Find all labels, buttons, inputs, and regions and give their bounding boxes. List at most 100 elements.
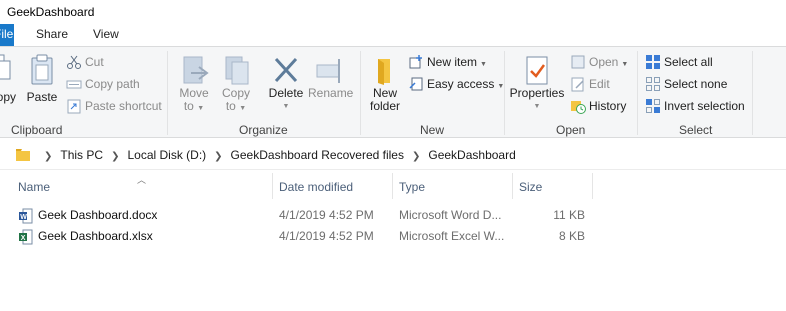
new-item-icon <box>409 54 422 69</box>
chevron-right-icon[interactable]: ❯ <box>412 151 420 162</box>
file-row[interactable]: X Geek Dashboard.xlsx 4/1/2019 4:52 PM M… <box>0 226 786 248</box>
paste-button[interactable]: Paste <box>26 53 58 104</box>
group-divider <box>752 51 753 135</box>
history-icon <box>571 100 586 114</box>
address-bar[interactable]: ❯ This PC ❯ Local Disk (D:) ❯ GeekDashboard R… <box>0 140 786 170</box>
file-type: Microsoft Word D... <box>399 208 502 222</box>
delete-label: Delete <box>268 86 304 100</box>
file-name[interactable]: Geek Dashboard.docx <box>38 208 157 222</box>
file-size: 11 KB <box>553 208 585 222</box>
column-headers: ︿ Name Date modified Type Size <box>0 173 786 201</box>
breadcrumb-this-pc[interactable]: This PC <box>60 148 103 162</box>
move-to-label-2: to ▼ <box>183 99 205 113</box>
column-divider[interactable] <box>392 173 393 199</box>
file-size: 8 KB <box>558 229 585 243</box>
invert-selection-icon <box>646 98 660 113</box>
edit-label: Edit <box>589 77 610 91</box>
svg-text:W: W <box>20 214 27 221</box>
window-title: GeekDashboard <box>7 5 95 19</box>
move-to-button[interactable]: Move to ▼ <box>176 55 212 115</box>
tab-share[interactable]: Share <box>36 27 68 41</box>
edit-button[interactable]: Edit <box>570 74 610 94</box>
copy-to-button[interactable]: Copy to ▼ <box>218 55 254 115</box>
move-to-icon <box>183 56 209 84</box>
copy-button[interactable]: Copy <box>0 53 16 104</box>
easy-access-button[interactable]: Easy access ▼ <box>408 74 504 94</box>
properties-label: Properties <box>509 86 565 100</box>
cut-label: Cut <box>85 55 104 69</box>
svg-text:X: X <box>21 235 26 242</box>
column-header-name[interactable]: Name <box>18 180 50 194</box>
properties-dropdown-icon[interactable]: ▼ <box>508 100 566 113</box>
chevron-right-icon[interactable]: ❯ <box>44 151 52 162</box>
open-button[interactable]: Open ▼ <box>570 52 628 72</box>
file-name[interactable]: Geek Dashboard.xlsx <box>38 229 153 243</box>
easy-access-label: Easy access <box>427 77 495 91</box>
paste-label: Paste <box>26 90 58 104</box>
copy-path-button[interactable]: Copy path <box>66 74 140 94</box>
history-button[interactable]: History <box>570 96 626 116</box>
excel-sheet-icon: X <box>19 229 33 245</box>
delete-x-icon <box>274 57 298 83</box>
group-divider <box>504 51 505 135</box>
tab-view[interactable]: View <box>93 27 119 41</box>
chevron-right-icon[interactable]: ❯ <box>111 151 119 162</box>
properties-button[interactable]: Properties ▼ <box>508 55 566 113</box>
ribbon-tabs: File Share View <box>0 24 786 46</box>
group-divider <box>637 51 638 135</box>
folder-icon <box>16 149 30 161</box>
word-doc-icon: W <box>19 208 33 224</box>
paste-shortcut-button[interactable]: Paste shortcut <box>66 96 162 116</box>
easy-access-icon <box>409 77 423 91</box>
properties-icon <box>526 56 548 85</box>
cut-button[interactable]: Cut <box>66 52 104 72</box>
history-label: History <box>589 99 627 113</box>
column-divider[interactable] <box>512 173 513 199</box>
column-header-type[interactable]: Type <box>399 180 425 194</box>
file-date: 4/1/2019 4:52 PM <box>279 229 374 243</box>
new-item-button[interactable]: New item ▼ <box>408 52 487 72</box>
folder-icon <box>378 59 390 85</box>
select-none-button[interactable]: Select none <box>645 74 727 94</box>
rename-button[interactable]: Rename <box>308 55 354 100</box>
select-all-icon <box>646 54 660 69</box>
breadcrumb-local-disk[interactable]: Local Disk (D:) <box>127 148 206 162</box>
title-bar: GeekDashboard <box>0 0 786 24</box>
select-all-button[interactable]: Select all <box>645 52 713 72</box>
tab-file[interactable]: File <box>0 24 14 46</box>
copy-path-label: Copy path <box>85 77 140 91</box>
chevron-right-icon[interactable]: ❯ <box>214 151 222 162</box>
select-none-icon <box>646 76 660 91</box>
invert-selection-button[interactable]: Invert selection <box>645 96 745 116</box>
copy-to-label-2: to ▼ <box>225 99 247 113</box>
column-divider[interactable] <box>272 173 273 199</box>
paste-shortcut-label: Paste shortcut <box>85 99 162 113</box>
file-date: 4/1/2019 4:52 PM <box>279 208 374 222</box>
open-icon <box>571 55 585 69</box>
rename-label: Rename <box>308 86 354 100</box>
group-divider <box>167 51 168 135</box>
column-header-size[interactable]: Size <box>519 180 542 194</box>
new-folder-button[interactable]: New folder <box>366 55 404 113</box>
new-folder-label-2: folder <box>369 99 401 113</box>
open-caret-icon: ▼ <box>621 61 629 68</box>
select-none-label: Select none <box>664 77 728 91</box>
delete-button[interactable]: Delete ▼ <box>266 55 306 113</box>
organize-group-label: Organize <box>239 123 288 137</box>
delete-dropdown-icon[interactable]: ▼ <box>266 100 306 113</box>
paste-shortcut-icon <box>67 99 81 114</box>
group-divider <box>360 51 361 135</box>
file-row[interactable]: W Geek Dashboard.docx 4/1/2019 4:52 PM M… <box>0 205 786 227</box>
open-label: Open <box>589 55 619 69</box>
column-header-date[interactable]: Date modified <box>279 180 353 194</box>
sort-up-icon: ︿ <box>137 175 147 185</box>
select-group-label: Select <box>679 123 713 137</box>
paste-icon <box>31 54 53 85</box>
breadcrumb-recovered-files[interactable]: GeekDashboard Recovered files <box>231 148 404 162</box>
column-divider[interactable] <box>592 173 593 199</box>
file-type: Microsoft Excel W... <box>399 229 505 243</box>
rename-icon <box>316 59 340 83</box>
new-item-label: New item <box>427 55 478 69</box>
new-group-label: New <box>420 123 445 137</box>
breadcrumb-geekdashboard[interactable]: GeekDashboard <box>428 148 515 162</box>
